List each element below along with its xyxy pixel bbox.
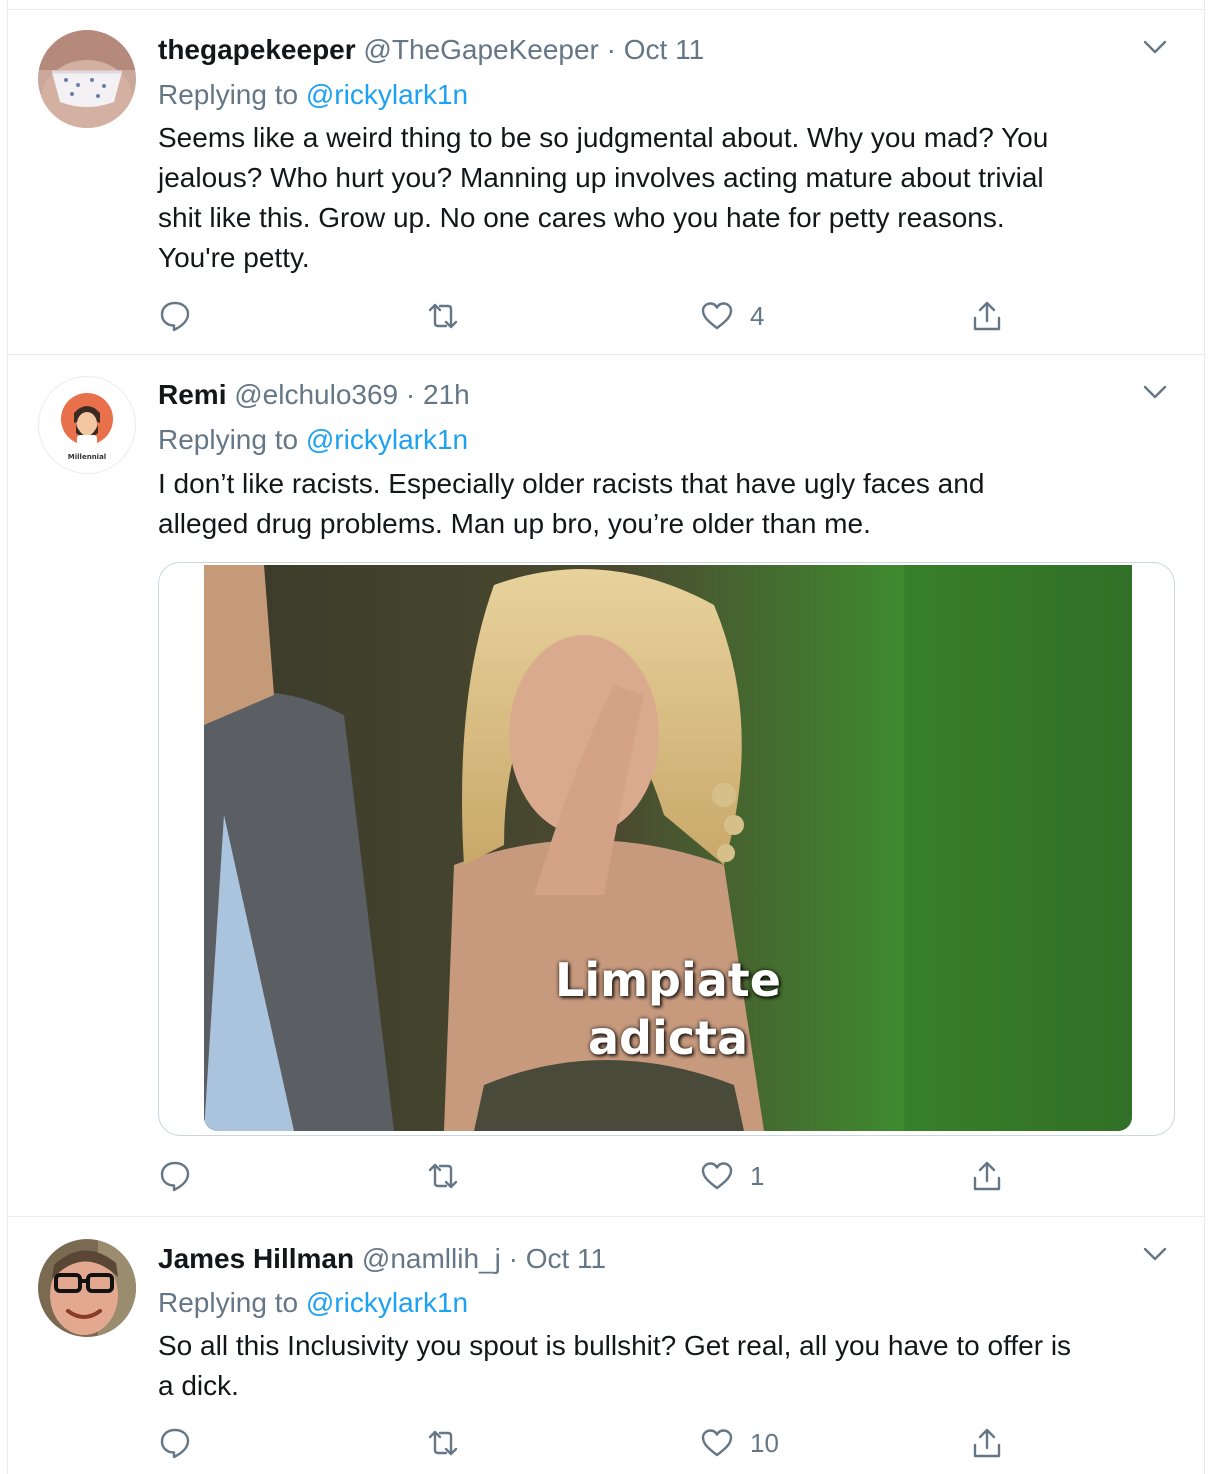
tweet-text-line: alleged drug problems. Man up bro, you’r… [158,508,871,539]
mention-link[interactable]: @rickylark1n [306,1287,468,1318]
heart-icon [701,302,733,330]
like-button[interactable]: 10 [700,1423,779,1463]
avatar[interactable] [38,1239,136,1337]
tweet-actions: 10 [158,1423,1204,1463]
share-icon [973,1428,1001,1458]
mention-link[interactable]: @rickylark1n [306,424,468,455]
avatar-badge: Millennial [68,453,106,461]
tweet[interactable]: James Hillman @namllih_j · Oct 11 Replyi… [8,1217,1204,1474]
replying-to-label: Replying to [158,424,306,455]
tweet[interactable]: thegapekeeper @TheGapeKeeper · Oct 11 Re… [8,10,1204,355]
retweet-icon [428,303,458,329]
timeline: thegapekeeper @TheGapeKeeper · Oct 11 Re… [7,0,1205,1474]
timestamp[interactable]: Oct 11 [624,34,704,65]
retweet-icon [428,1163,458,1189]
media-image: Limpiate adicta [204,565,1132,1131]
tweet-header: James Hillman @namllih_j · Oct 11 [158,1241,1144,1277]
display-name[interactable]: thegapekeeper [158,34,356,65]
tweet-actions: 4 [158,296,1204,336]
replying-to-label: Replying to [158,79,306,110]
reply-icon [160,1161,190,1192]
tweet-text-line: So all this Inclusivity you spout is bul… [158,1330,1072,1361]
reply-button[interactable] [158,1423,208,1463]
chevron-down-icon[interactable] [1140,32,1170,62]
share-icon [973,301,1001,331]
media-gif[interactable]: Limpiate adicta [158,562,1175,1136]
mention-link[interactable]: @rickylark1n [306,79,468,110]
user-handle[interactable]: @namllih_j [362,1243,501,1274]
display-name[interactable]: James Hillman [158,1243,354,1274]
tweet-header: thegapekeeper @TheGapeKeeper · Oct 11 [158,32,1144,68]
caption-line: Limpiate [555,953,781,1007]
separator-dot: · [508,1243,518,1274]
user-handle[interactable]: @TheGapeKeeper [363,34,598,65]
share-button[interactable] [970,296,1004,336]
like-button[interactable]: 1 [700,1156,764,1196]
tweet-text: Seems like a weird thing to be so judgme… [158,118,1174,278]
reply-button[interactable] [158,296,208,336]
reply-icon [160,301,190,332]
retweet-button[interactable] [426,296,476,336]
like-button[interactable]: 4 [700,296,764,336]
replying-to: Replying to @rickylark1n [158,77,468,113]
retweet-button[interactable] [426,1156,476,1196]
tweet-text: I don’t like racists. Especially older r… [158,464,1174,544]
heart-icon [701,1429,733,1457]
tweet-text-line: shit like this. Grow up. No one cares wh… [158,202,1005,233]
avatar[interactable]: Millennial [38,376,136,474]
user-handle[interactable]: @elchulo369 [234,379,398,410]
reply-icon [160,1428,190,1459]
reply-button[interactable] [158,1156,208,1196]
heart-icon [701,1162,733,1190]
retweet-icon [428,1430,458,1456]
like-count: 1 [750,1160,765,1191]
tweet-text-line: You're petty. [158,242,310,273]
tweet-text-line: Seems like a weird thing to be so judgme… [158,122,1049,153]
caption-line: adicta [587,1011,749,1065]
separator-dot: · [606,34,616,65]
display-name[interactable]: Remi [158,379,226,410]
like-count: 4 [750,300,765,331]
share-button[interactable] [970,1423,1004,1463]
replying-to-label: Replying to [158,1287,306,1318]
tweet-text-line: jealous? Who hurt you? Manning up involv… [158,162,1044,193]
share-icon [973,1161,1001,1191]
tweet-text: So all this Inclusivity you spout is bul… [158,1326,1174,1406]
share-button[interactable] [970,1156,1004,1196]
tweet-header: Remi @elchulo369 · 21h [158,377,1144,413]
retweet-button[interactable] [426,1423,476,1463]
media-caption: Limpiate adicta [204,951,1132,1067]
chevron-down-icon[interactable] [1140,377,1170,407]
tweet-actions: 1 [158,1156,1204,1196]
replying-to: Replying to @rickylark1n [158,1285,468,1321]
like-count: 10 [750,1427,779,1458]
timestamp[interactable]: 21h [423,379,470,410]
separator-dot: · [405,379,416,410]
tweet-text-line: I don’t like racists. Especially older r… [158,468,985,499]
replying-to: Replying to @rickylark1n [158,422,468,458]
avatar[interactable] [38,30,136,128]
tweet[interactable]: Millennial Remi @elchulo369 · 21h Replyi… [8,355,1204,1217]
chevron-down-icon[interactable] [1140,1239,1170,1269]
timestamp[interactable]: Oct 11 [526,1243,606,1274]
tweet-text-line: a dick. [158,1370,239,1401]
